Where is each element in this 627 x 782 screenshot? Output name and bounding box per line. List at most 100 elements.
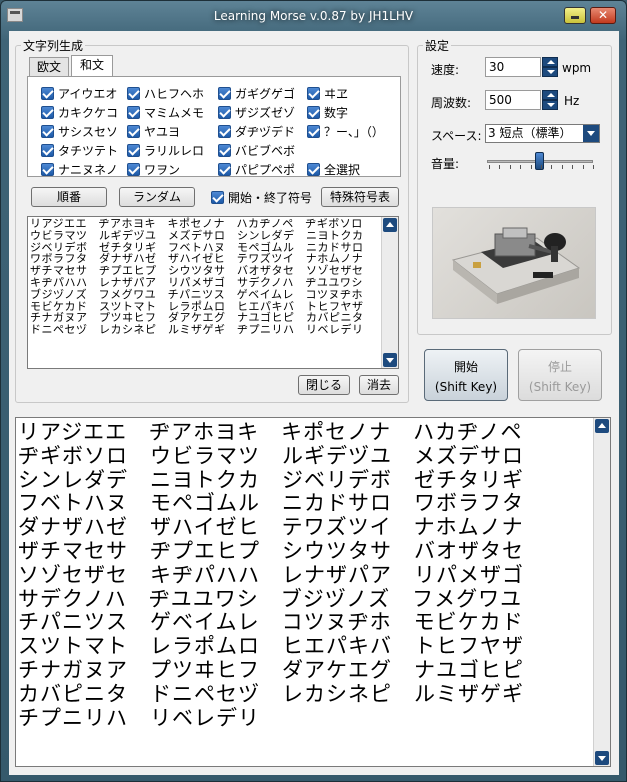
kana-checkbox[interactable]: カキクケコ xyxy=(41,104,118,120)
kana-checkbox-label: ダヂヅデド xyxy=(235,124,296,139)
checkbox-indicator xyxy=(218,143,231,157)
special-symbols-button[interactable]: 特殊符号表 xyxy=(321,187,399,207)
clear-button[interactable]: 消去 xyxy=(359,375,399,395)
kana-checkbox-label: ザジズゼゾ xyxy=(235,105,296,120)
kana-checkbox-label: ？ー、」（） xyxy=(324,124,384,139)
kana-checkbox-label: パピプペポ xyxy=(235,162,296,177)
volume-tick xyxy=(572,165,574,169)
spin-down-icon[interactable] xyxy=(542,67,558,77)
volume-tick xyxy=(582,165,584,169)
kana-checkbox[interactable]: バビブベボ xyxy=(218,142,295,158)
frequency-spinner[interactable] xyxy=(542,90,558,110)
volume-slider-thumb[interactable] xyxy=(535,152,544,170)
spin-up-icon[interactable] xyxy=(542,57,558,67)
kana-checkbox-label: サシスセソ xyxy=(58,124,119,139)
kana-checkbox[interactable]: ガギグゲゴ xyxy=(218,85,295,101)
kana-checkbox[interactable]: マミムメモ xyxy=(127,104,204,120)
checkbox-indicator xyxy=(127,143,140,157)
kana-checkbox[interactable]: ヰヱ xyxy=(307,85,348,101)
generated-string-text: リアジエエ ヂアホヨキ キポセノナ ハカヂノペ ヂギボソロ ウビラマツ ルギデヅ… xyxy=(30,217,364,337)
kana-checkbox-label: 全選択 xyxy=(324,162,361,177)
kana-checkbox-label: タチツテト xyxy=(58,143,119,158)
generated-string-scrollbar[interactable] xyxy=(381,217,398,368)
kana-checkbox[interactable]: ヤユヨ xyxy=(127,123,180,139)
output-text: リアジエエ ヂアホヨキ キポセノナ ハカヂノペ ヂギボソロ ウビラマツ ルギデヅ… xyxy=(18,420,524,730)
volume-tick xyxy=(509,165,511,169)
checkbox-indicator xyxy=(127,105,140,119)
tab-japanese[interactable]: 和文 xyxy=(71,55,113,77)
kana-checkbox[interactable]: ナニヌネノ xyxy=(41,161,118,177)
scroll-down-arrow-icon[interactable] xyxy=(383,353,397,367)
kana-checkbox[interactable]: ワヲン xyxy=(127,161,180,177)
checkbox-indicator xyxy=(41,105,54,119)
morse-key-photo xyxy=(432,207,596,319)
scroll-up-arrow-icon[interactable] xyxy=(595,419,609,433)
volume-tick xyxy=(499,165,501,169)
kana-checkbox-label: 数字 xyxy=(324,105,349,120)
output-scrollbar[interactable] xyxy=(593,418,610,766)
space-label: スペース: xyxy=(431,129,482,143)
volume-tick xyxy=(561,165,563,169)
kana-checkbox-label: カキクケコ xyxy=(58,105,119,120)
checkbox-indicator xyxy=(41,86,54,100)
stop-button[interactable]: 停止 (Shift Key) xyxy=(518,349,602,401)
stop-button-shortcut: (Shift Key) xyxy=(528,380,592,394)
checkbox-indicator xyxy=(211,190,224,204)
kana-checkbox[interactable]: サシスセソ xyxy=(41,123,118,139)
volume-tick xyxy=(593,165,594,169)
start-button[interactable]: 開始 (Shift Key) xyxy=(424,349,508,401)
close-window-button[interactable]: ✕ xyxy=(590,7,616,24)
volume-tick xyxy=(541,165,542,169)
spin-down-icon[interactable] xyxy=(542,100,558,110)
tab-english[interactable]: 欧文 xyxy=(29,57,69,77)
scroll-down-arrow-icon[interactable] xyxy=(595,751,609,765)
title-bar[interactable]: Learning Morse v.0.87 by JH1LHV ✕ xyxy=(1,1,626,31)
kana-checkbox[interactable]: アイウエオ xyxy=(41,85,117,101)
speed-input[interactable]: 30 xyxy=(485,57,541,77)
generated-string-textarea[interactable]: リアジエエ ヂアホヨキ キポセノナ ハカヂノペ ヂギボソロ ウビラマツ ルギデヅ… xyxy=(27,216,399,369)
frequency-input[interactable]: 500 xyxy=(485,90,541,110)
random-button[interactable]: ランダム xyxy=(119,187,195,207)
start-end-signal-label: 開始・終了符号 xyxy=(228,190,313,205)
frequency-label: 周波数: xyxy=(431,96,472,110)
checkbox-indicator xyxy=(307,124,320,138)
checkbox-indicator xyxy=(307,105,320,119)
checkbox-indicator xyxy=(218,162,231,176)
kana-checkbox-label: マミムメモ xyxy=(144,105,205,120)
speed-spinner[interactable] xyxy=(542,57,558,77)
volume-tick xyxy=(489,165,490,169)
space-select[interactable]: 3 短点（標準） xyxy=(485,124,600,143)
checkbox-indicator xyxy=(218,124,231,138)
kana-checkbox[interactable]: パピプペポ xyxy=(218,161,295,177)
speed-label: 速度: xyxy=(431,63,460,77)
kana-checkbox-label: アイウエオ xyxy=(58,86,118,101)
start-end-signal-checkbox[interactable]: 開始・終了符号 xyxy=(211,189,312,205)
checkbox-indicator xyxy=(41,124,54,138)
checkbox-indicator xyxy=(218,86,231,100)
kana-checkbox[interactable]: ザジズゼゾ xyxy=(218,104,295,120)
scroll-up-arrow-icon[interactable] xyxy=(383,218,397,232)
kana-checkbox-label: ヰヱ xyxy=(324,86,349,101)
volume-tick xyxy=(520,165,522,169)
volume-tick xyxy=(551,165,553,169)
generate-group-label: 文字列生成 xyxy=(21,37,86,54)
output-textarea[interactable]: リアジエエ ヂアホヨキ キポセノナ ハカヂノペ ヂギボソロ ウビラマツ ルギデヅ… xyxy=(15,417,611,767)
start-button-label: 開始 xyxy=(453,360,478,374)
checkbox-indicator xyxy=(307,162,320,176)
kana-checkbox[interactable]: ダヂヅデド xyxy=(218,123,295,139)
kana-checkbox[interactable]: ラリルレロ xyxy=(127,142,204,158)
spin-up-icon[interactable] xyxy=(542,90,558,100)
kana-checkbox[interactable]: 全選択 xyxy=(307,161,360,177)
chevron-down-icon[interactable] xyxy=(583,125,599,142)
kana-checkbox[interactable]: タチツテト xyxy=(41,142,118,158)
kana-checkbox[interactable]: ハヒフヘホ xyxy=(127,85,204,101)
morse-key-image xyxy=(451,227,581,304)
kana-checkbox[interactable]: ？ー、」（） xyxy=(307,123,384,139)
close-text-button[interactable]: 閉じる xyxy=(298,375,350,395)
checkbox-indicator xyxy=(307,86,320,100)
minimize-button[interactable] xyxy=(564,7,586,24)
checkbox-indicator xyxy=(127,86,140,100)
order-button[interactable]: 順番 xyxy=(31,187,107,207)
kana-checkbox[interactable]: 数字 xyxy=(307,104,348,120)
start-button-shortcut: (Shift Key) xyxy=(434,380,498,394)
